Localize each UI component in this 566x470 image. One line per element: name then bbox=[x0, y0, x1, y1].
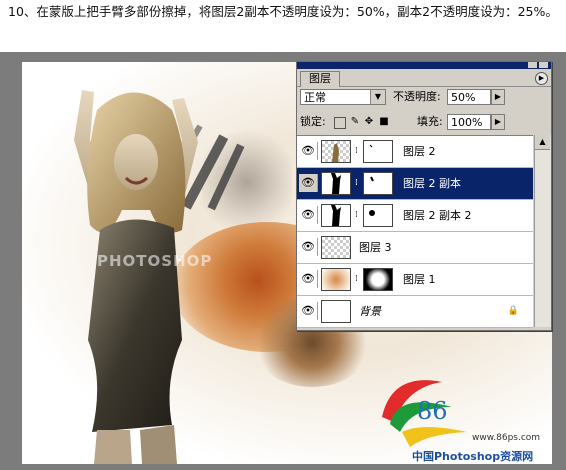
blend-opacity-row: 正常 ▼ 不透明度: 50% ▶ bbox=[297, 89, 551, 109]
lock-fill-row: 锁定: ✎ ✥ ■ 填充: 100% ▶ bbox=[297, 114, 551, 132]
layer-row[interactable]: 👁 图层 3 bbox=[297, 232, 533, 264]
logo-site-name: 中国Photoshop资源网 bbox=[412, 450, 534, 463]
layer-name: 图层 2 bbox=[403, 145, 436, 158]
layer-thumbnail bbox=[321, 236, 351, 259]
eye-icon[interactable]: 👁 bbox=[299, 238, 318, 256]
layer-mask-thumbnail[interactable] bbox=[363, 204, 393, 227]
layers-scrollbar[interactable]: ▲ bbox=[534, 135, 551, 327]
chevron-down-icon: ▼ bbox=[370, 90, 385, 104]
layer-row[interactable]: 👁 ⁞ 图层 2 bbox=[297, 136, 533, 168]
layer-mask-thumbnail[interactable] bbox=[363, 140, 393, 163]
layer-row[interactable]: 👁 ⁞ 图层 2 副本 2 bbox=[297, 200, 533, 232]
photoshop-watermark: PHOTOSHOP bbox=[97, 252, 213, 270]
blend-mode-value: 正常 bbox=[304, 91, 326, 104]
layer-mask-thumbnail[interactable] bbox=[363, 172, 393, 195]
minimize-icon[interactable] bbox=[528, 62, 537, 68]
lock-move-icon[interactable]: ✥ bbox=[364, 117, 374, 127]
logo-url: www.86ps.com bbox=[472, 433, 541, 443]
eye-icon[interactable]: 👁 bbox=[299, 302, 318, 320]
link-icon[interactable]: ⁞ bbox=[355, 210, 361, 220]
triangle-right-icon: ▶ bbox=[492, 90, 504, 104]
eye-icon[interactable]: 👁 bbox=[299, 206, 318, 224]
fill-value: 100% bbox=[451, 116, 483, 129]
layer-name: 图层 2 副本 bbox=[403, 177, 461, 190]
layers-panel: 图层 ▶ 正常 ▼ 不透明度: 50% ▶ 锁定: ✎ ✥ ■ 填充: 100%… bbox=[296, 61, 552, 331]
panel-tab-row: 图层 ▶ bbox=[297, 70, 551, 87]
layer-thumbnail bbox=[321, 140, 351, 163]
layer-thumbnail bbox=[321, 268, 351, 291]
opacity-label: 不透明度: bbox=[393, 90, 441, 103]
eye-icon[interactable]: 👁 bbox=[299, 270, 318, 288]
layer-mask-thumbnail[interactable] bbox=[363, 268, 393, 291]
panel-menu-icon[interactable]: ▶ bbox=[535, 72, 548, 85]
layer-row[interactable]: 👁 ⁞ 图层 1 bbox=[297, 264, 533, 296]
scroll-up-icon[interactable]: ▲ bbox=[535, 135, 550, 150]
opacity-value: 50% bbox=[451, 91, 476, 104]
eye-icon[interactable]: 👁 bbox=[299, 142, 318, 160]
blend-mode-select[interactable]: 正常 ▼ bbox=[300, 89, 386, 105]
woman-figure-image bbox=[74, 90, 198, 464]
lock-transparency-icon[interactable] bbox=[334, 117, 346, 129]
link-icon[interactable]: ⁞ bbox=[355, 178, 361, 188]
layer-name: 图层 1 bbox=[403, 273, 436, 286]
link-icon[interactable]: ⁞ bbox=[355, 146, 361, 156]
panel-titlebar[interactable] bbox=[297, 62, 551, 69]
opacity-input[interactable]: 50% bbox=[447, 89, 491, 105]
eye-icon[interactable]: 👁 bbox=[299, 174, 318, 192]
close-icon[interactable] bbox=[539, 62, 548, 68]
lock-all-icon[interactable]: ■ bbox=[379, 117, 389, 127]
triangle-right-icon: ▶ bbox=[492, 115, 504, 129]
link-icon[interactable]: ⁞ bbox=[355, 274, 361, 284]
layer-name: 背景 bbox=[359, 305, 381, 318]
lock-label: 锁定: bbox=[300, 115, 326, 128]
layer-name: 图层 3 bbox=[359, 241, 392, 254]
fill-slider-button[interactable]: ▶ bbox=[491, 114, 505, 130]
layer-name: 图层 2 副本 2 bbox=[403, 209, 472, 222]
logo-number: 86 bbox=[417, 397, 448, 425]
layer-thumbnail bbox=[321, 204, 351, 227]
layers-list: 👁 ⁞ 图层 2 👁 ⁞ 图层 2 副本 👁 ⁞ 图层 2 副本 2 👁 图层 … bbox=[297, 135, 533, 328]
lock-icon: 🔒 bbox=[507, 306, 519, 316]
fill-input[interactable]: 100% bbox=[447, 114, 491, 130]
layer-row[interactable]: 👁 背景 🔒 bbox=[297, 296, 533, 328]
instruction-text: 10、在蒙版上把手臂多部份擦掉，将图层2副本不透明度设为：50%，副本2不透明度… bbox=[8, 4, 558, 19]
layer-thumbnail bbox=[321, 300, 351, 323]
fill-label: 填充: bbox=[417, 115, 443, 128]
opacity-slider-button[interactable]: ▶ bbox=[491, 89, 505, 105]
layer-thumbnail bbox=[321, 172, 351, 195]
lock-brush-icon[interactable]: ✎ bbox=[350, 117, 360, 127]
tab-layers[interactable]: 图层 bbox=[300, 71, 340, 87]
layer-row-selected[interactable]: 👁 ⁞ 图层 2 副本 bbox=[297, 168, 533, 200]
